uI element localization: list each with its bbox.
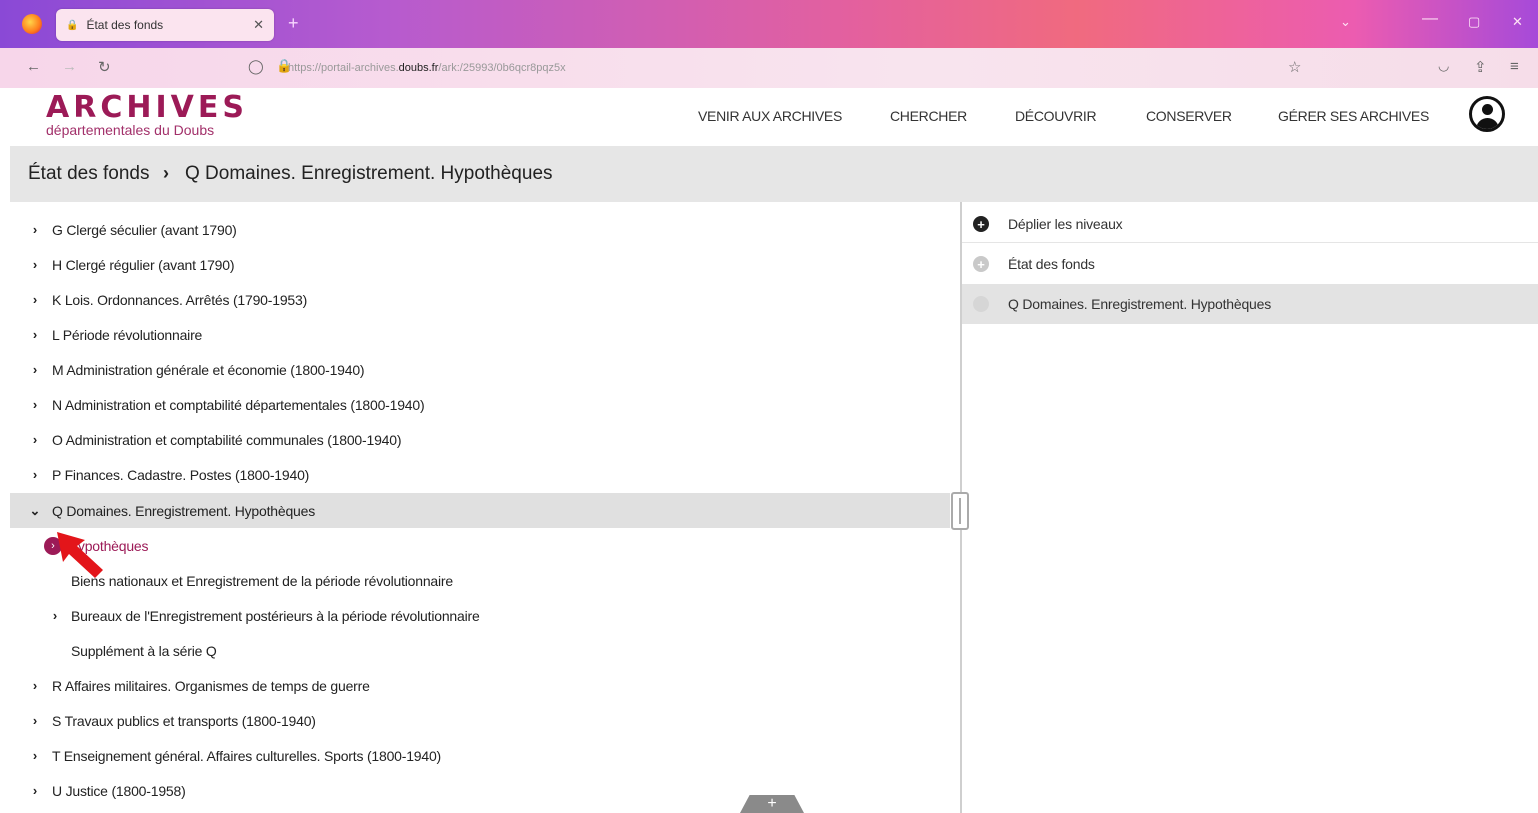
chevron-right-icon[interactable]: › xyxy=(48,608,62,623)
circle-icon xyxy=(973,296,989,312)
reload-icon[interactable]: ↻ xyxy=(98,58,111,76)
chevron-right-icon[interactable]: › xyxy=(28,292,42,307)
chevron-right-icon[interactable]: › xyxy=(28,713,42,728)
expand-fab-button[interactable]: + xyxy=(740,795,804,813)
forward-icon[interactable]: → xyxy=(62,58,77,75)
tree-item[interactable]: › N Administration et comptabilité départ… xyxy=(10,387,950,422)
tree-item[interactable]: › O Administration et comptabilité commun… xyxy=(10,422,950,457)
plus-circle-icon: + xyxy=(973,216,989,232)
chevron-down-icon[interactable]: ⌄ xyxy=(28,503,42,519)
user-account-icon[interactable] xyxy=(1469,96,1505,132)
tab-favicon-icon: 🔒 xyxy=(66,19,79,31)
divider xyxy=(962,242,1538,243)
tree-item[interactable]: › P Finances. Cadastre. Postes (1800-1940… xyxy=(10,457,950,492)
right-panel: + Déplier les niveaux + État des fonds Q… xyxy=(962,202,1538,813)
chevron-circle-icon[interactable]: › xyxy=(44,536,62,555)
chevron-right-icon[interactable]: › xyxy=(28,432,42,447)
tree-item-selected[interactable]: ⌄ Q Domaines. Enregistrement. Hypothèques xyxy=(10,493,950,528)
site-header: ARCHIVES départementales du Doubs VENIR … xyxy=(0,88,1538,146)
tree-root-link[interactable]: + État des fonds xyxy=(962,244,1538,284)
tab-list-chevron-icon[interactable]: ⌄ xyxy=(1340,14,1351,30)
tree-subitem-hypotheques[interactable]: › Hypothèques xyxy=(10,528,950,563)
chevron-right-icon[interactable]: › xyxy=(28,397,42,412)
tree-subitem[interactable]: › Bureaux de l'Enregistrement postérieurs… xyxy=(10,598,950,633)
tree-current-node[interactable]: Q Domaines. Enregistrement. Hypothèques xyxy=(962,284,1538,324)
tree-subitem[interactable]: Supplément à la série Q xyxy=(10,633,950,668)
tree-item[interactable]: › H Clergé régulier (avant 1790) xyxy=(10,247,950,282)
chevron-right-icon[interactable]: › xyxy=(28,257,42,272)
chevron-right-icon[interactable]: › xyxy=(28,678,42,693)
archive-tree: › G Clergé séculier (avant 1790) › H Clerg… xyxy=(10,212,960,813)
breadcrumb-root[interactable]: État des fonds xyxy=(28,163,149,185)
tree-item[interactable]: › R Affaires militaires. Organismes de te… xyxy=(10,668,950,703)
chevron-right-icon[interactable]: › xyxy=(28,748,42,763)
tree-item[interactable]: › L Période révolutionnaire xyxy=(10,317,950,352)
tree-item[interactable]: › S Travaux publics et transports (1800-1… xyxy=(10,703,950,738)
breadcrumb: État des fonds › Q Domaines. Enregistrem… xyxy=(10,146,1538,202)
breadcrumb-separator-icon: › xyxy=(163,163,169,183)
tree-item[interactable]: › T Enseignement général. Affaires cultur… xyxy=(10,738,950,773)
minimize-icon[interactable]: — xyxy=(1422,10,1438,28)
chevron-right-icon[interactable]: › xyxy=(28,783,42,798)
browser-tab[interactable]: 🔒 État des fonds ✕ xyxy=(56,9,274,41)
nav-chercher[interactable]: CHERCHER xyxy=(890,108,967,124)
menu-icon[interactable]: ≡ xyxy=(1510,58,1519,75)
nav-gerer-ses-archives[interactable]: GÉRER SES ARCHIVES xyxy=(1278,108,1429,124)
chevron-right-icon[interactable]: › xyxy=(28,327,42,342)
tree-subitem[interactable]: Biens nationaux et Enregistrement de la … xyxy=(10,563,950,598)
nav-decouvrir[interactable]: DÉCOUVRIR xyxy=(1015,108,1097,124)
tree-item[interactable]: › M Administration générale et économie (… xyxy=(10,352,950,387)
tab-title: État des fonds xyxy=(86,18,164,32)
close-window-icon[interactable]: ✕ xyxy=(1512,14,1523,30)
plus-circle-icon: + xyxy=(973,256,989,272)
chevron-right-icon[interactable]: › xyxy=(28,222,42,237)
pocket-icon[interactable]: ◡ xyxy=(1438,58,1449,74)
nav-venir-aux-archives[interactable]: VENIR AUX ARCHIVES xyxy=(698,108,842,124)
tree-item[interactable]: › G Clergé séculier (avant 1790) xyxy=(10,212,950,247)
breadcrumb-current: Q Domaines. Enregistrement. Hypothèques xyxy=(185,163,553,184)
expand-levels-button[interactable]: + Déplier les niveaux xyxy=(962,204,1538,244)
chevron-right-icon[interactable]: › xyxy=(28,467,42,482)
back-icon[interactable]: ← xyxy=(26,58,41,75)
maximize-icon[interactable]: ▢ xyxy=(1468,14,1480,30)
tree-item[interactable]: › U Justice (1800-1958) xyxy=(10,773,950,808)
new-tab-icon[interactable]: + xyxy=(288,13,299,34)
url-bar[interactable]: https://portail-archives.doubs.fr/ark:/2… xyxy=(238,55,1318,81)
firefox-icon[interactable] xyxy=(22,14,42,34)
chevron-right-icon[interactable]: › xyxy=(28,362,42,377)
tree-item[interactable]: › K Lois. Ordonnances. Arrêtés (1790-1953… xyxy=(10,282,950,317)
site-logo-subtitle: départementales du Doubs xyxy=(46,122,215,138)
url-text: https://portail-archives.doubs.fr/ark:/2… xyxy=(288,62,566,74)
tab-close-icon[interactable]: ✕ xyxy=(253,17,264,33)
extensions-icon[interactable]: ⇪ xyxy=(1474,58,1487,76)
nav-conserver[interactable]: CONSERVER xyxy=(1146,108,1232,124)
site-logo[interactable]: ARCHIVES xyxy=(46,90,248,125)
browser-titlebar: 🔒 État des fonds ✕ + ⌄ — ▢ ✕ xyxy=(0,0,1538,48)
